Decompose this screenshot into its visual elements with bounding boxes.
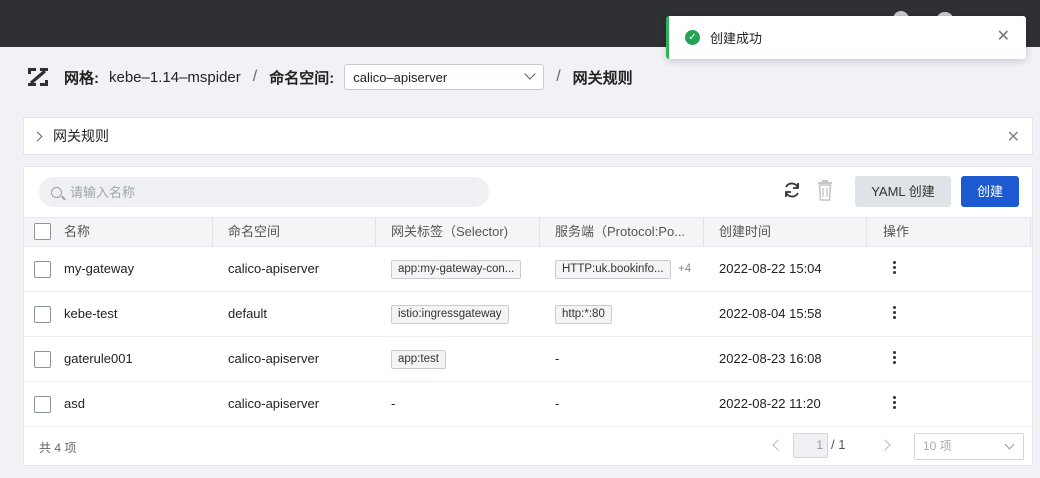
chevron-down-icon	[1004, 439, 1015, 450]
column-header-selector[interactable]: 网关标签（Selector)	[391, 218, 541, 246]
row-checkbox[interactable]	[34, 351, 51, 368]
total-pages: / 1	[831, 437, 846, 452]
gateway-rules-table-card: YAML 创建 创建 名称 命名空间 网关标签（Selector) 服务端（Pr…	[23, 166, 1033, 466]
server-tag: http:*:80	[555, 305, 612, 324]
mesh-name-link[interactable]: kebe–1.14–mspider	[109, 69, 241, 86]
refresh-icon[interactable]	[782, 180, 802, 200]
row-checkbox[interactable]	[34, 306, 51, 323]
chevron-right-icon[interactable]	[32, 131, 43, 141]
yaml-create-button[interactable]: YAML 创建	[855, 176, 951, 207]
close-icon[interactable]: ✕	[1007, 127, 1020, 147]
row-namespace: calico-apiserver	[228, 396, 320, 411]
page-size-select[interactable]: 10 项	[914, 433, 1024, 460]
row-selector: -	[391, 396, 396, 411]
namespace-select-value: calico–apiserver	[353, 69, 448, 85]
close-icon[interactable]: ✕	[997, 28, 1010, 46]
panel-title: 网关规则	[53, 128, 109, 144]
row-server: -	[555, 396, 560, 411]
search-box[interactable]	[39, 177, 489, 207]
row-server: -	[555, 351, 560, 366]
table-row: asd calico-apiserver - - 2022-08-22 11:2…	[24, 382, 1032, 427]
row-namespace: default	[228, 306, 268, 321]
chevron-left-icon[interactable]	[772, 439, 784, 451]
success-toast: ✓ 创建成功 ✕	[666, 16, 1026, 59]
selector-tag: istio:ingressgateway	[391, 305, 509, 324]
page-number-input[interactable]: 1	[793, 433, 828, 458]
column-divider	[1030, 218, 1031, 246]
row-created-time: 2022-08-22 15:04	[719, 261, 822, 276]
toast-message: 创建成功	[710, 31, 763, 46]
column-header-server[interactable]: 服务端（Protocol:Po...	[555, 218, 705, 246]
trash-icon[interactable]	[816, 179, 834, 201]
table-row: my-gateway calico-apiserver app:my-gatew…	[24, 247, 1032, 292]
row-created-time: 2022-08-04 15:58	[719, 306, 822, 321]
column-divider	[703, 218, 704, 246]
namespace-label: 命名空间:	[269, 69, 335, 87]
column-divider	[866, 218, 867, 246]
row-checkbox[interactable]	[34, 261, 51, 278]
row-name-link[interactable]: gaterule001	[64, 337, 133, 381]
breadcrumb-separator: /	[252, 68, 258, 85]
column-header-namespace[interactable]: 命名空间	[228, 218, 368, 246]
total-count: 共 4 项	[39, 441, 77, 455]
row-name-link[interactable]: kebe-test	[64, 292, 117, 336]
row-created-time: 2022-08-23 16:08	[719, 351, 822, 366]
server-tag: HTTP:uk.bookinfo...	[555, 260, 671, 279]
mesh-logo-icon	[28, 68, 48, 86]
column-divider	[212, 218, 213, 246]
table-row: gaterule001 calico-apiserver app:test - …	[24, 337, 1032, 382]
search-input[interactable]	[70, 184, 470, 200]
column-header-created[interactable]: 创建时间	[719, 218, 859, 246]
more-actions-icon[interactable]	[893, 351, 897, 365]
chevron-down-icon	[524, 68, 536, 80]
select-all-checkbox[interactable]	[34, 223, 51, 240]
row-namespace: calico-apiserver	[228, 351, 320, 366]
breadcrumb: 网格: kebe–1.14–mspider / 命名空间: calico–api…	[26, 64, 633, 90]
selector-tag: app:test	[391, 350, 446, 369]
row-namespace: calico-apiserver	[228, 261, 320, 276]
info-collapse-panel[interactable]: 网关规则 ✕	[23, 117, 1033, 155]
table-header: 名称 命名空间 网关标签（Selector) 服务端（Protocol:Po..…	[24, 217, 1032, 247]
breadcrumb-separator: /	[556, 68, 561, 85]
table-row: kebe-test default istio:ingressgateway h…	[24, 292, 1032, 337]
page-size-value: 10 项	[923, 439, 952, 453]
column-divider	[375, 218, 376, 246]
column-divider	[539, 218, 540, 246]
more-actions-icon[interactable]	[893, 396, 897, 410]
selector-tag: app:my-gateway-con...	[391, 260, 522, 279]
namespace-select[interactable]: calico–apiserver	[344, 64, 545, 90]
column-header-actions: 操作	[883, 224, 910, 239]
create-button[interactable]: 创建	[961, 176, 1019, 207]
row-created-time: 2022-08-22 11:20	[719, 396, 821, 411]
more-actions-icon[interactable]	[893, 261, 897, 275]
search-icon	[51, 186, 62, 198]
page-title: 网关规则	[572, 69, 633, 87]
server-more-count[interactable]: +4	[678, 247, 691, 291]
check-circle-icon: ✓	[685, 30, 700, 45]
mesh-label: 网格:	[64, 69, 99, 87]
more-actions-icon[interactable]	[893, 306, 897, 320]
chevron-right-icon[interactable]	[879, 439, 891, 451]
row-name-link[interactable]: asd	[64, 382, 85, 426]
column-header-name[interactable]: 名称	[64, 218, 204, 246]
row-checkbox[interactable]	[34, 396, 51, 413]
row-name-link[interactable]: my-gateway	[64, 247, 134, 291]
